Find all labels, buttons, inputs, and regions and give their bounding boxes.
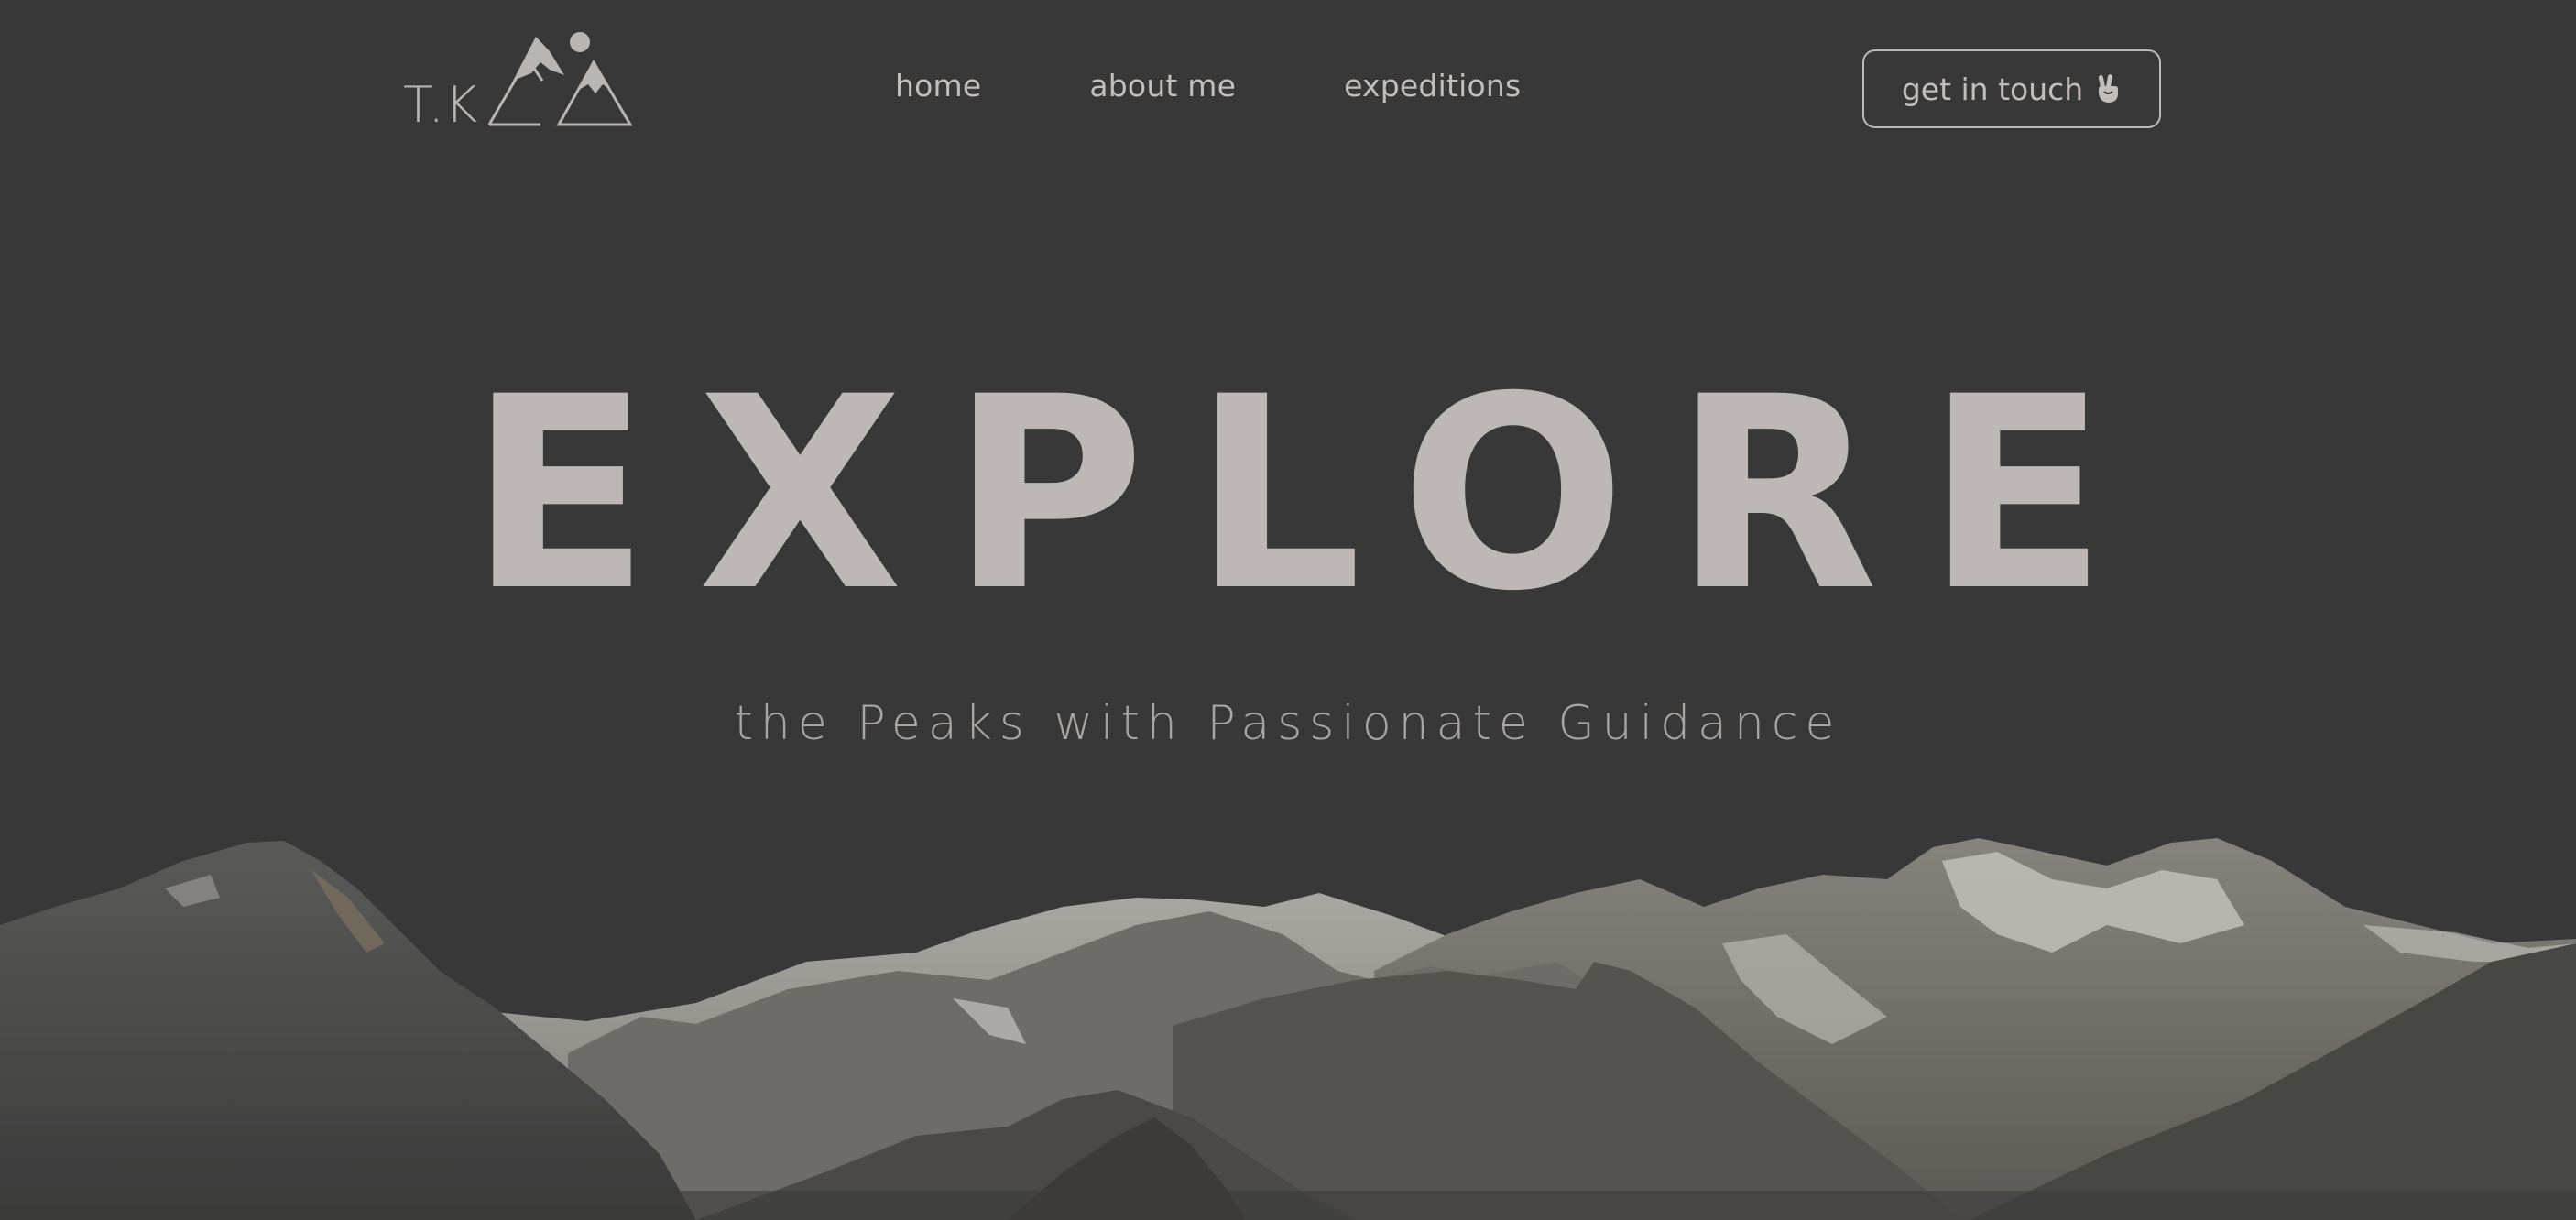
landing-page: T.K home about me expeditions get in tou…: [0, 0, 2576, 1220]
logo-text: T.K: [403, 76, 479, 134]
nav-about-me-link[interactable]: about me: [1089, 68, 1236, 103]
brand-logo[interactable]: T.K: [401, 27, 658, 130]
main-nav: home about me expeditions: [895, 68, 1521, 103]
get-in-touch-button[interactable]: get in touch: [1862, 49, 2161, 128]
nav-home-link[interactable]: home: [895, 68, 981, 103]
hero-subtitle: the Peaks with Passionate Guidance: [734, 696, 1842, 751]
hero-title: EXPLORE: [468, 341, 2156, 649]
get-in-touch-label: get in touch: [1901, 71, 2084, 107]
mountains-logo-icon: [487, 32, 633, 126]
peace-hand-icon: [2099, 74, 2119, 103]
nav-expeditions-link[interactable]: expeditions: [1344, 68, 1521, 103]
mountain-range-image: [0, 838, 2576, 1220]
